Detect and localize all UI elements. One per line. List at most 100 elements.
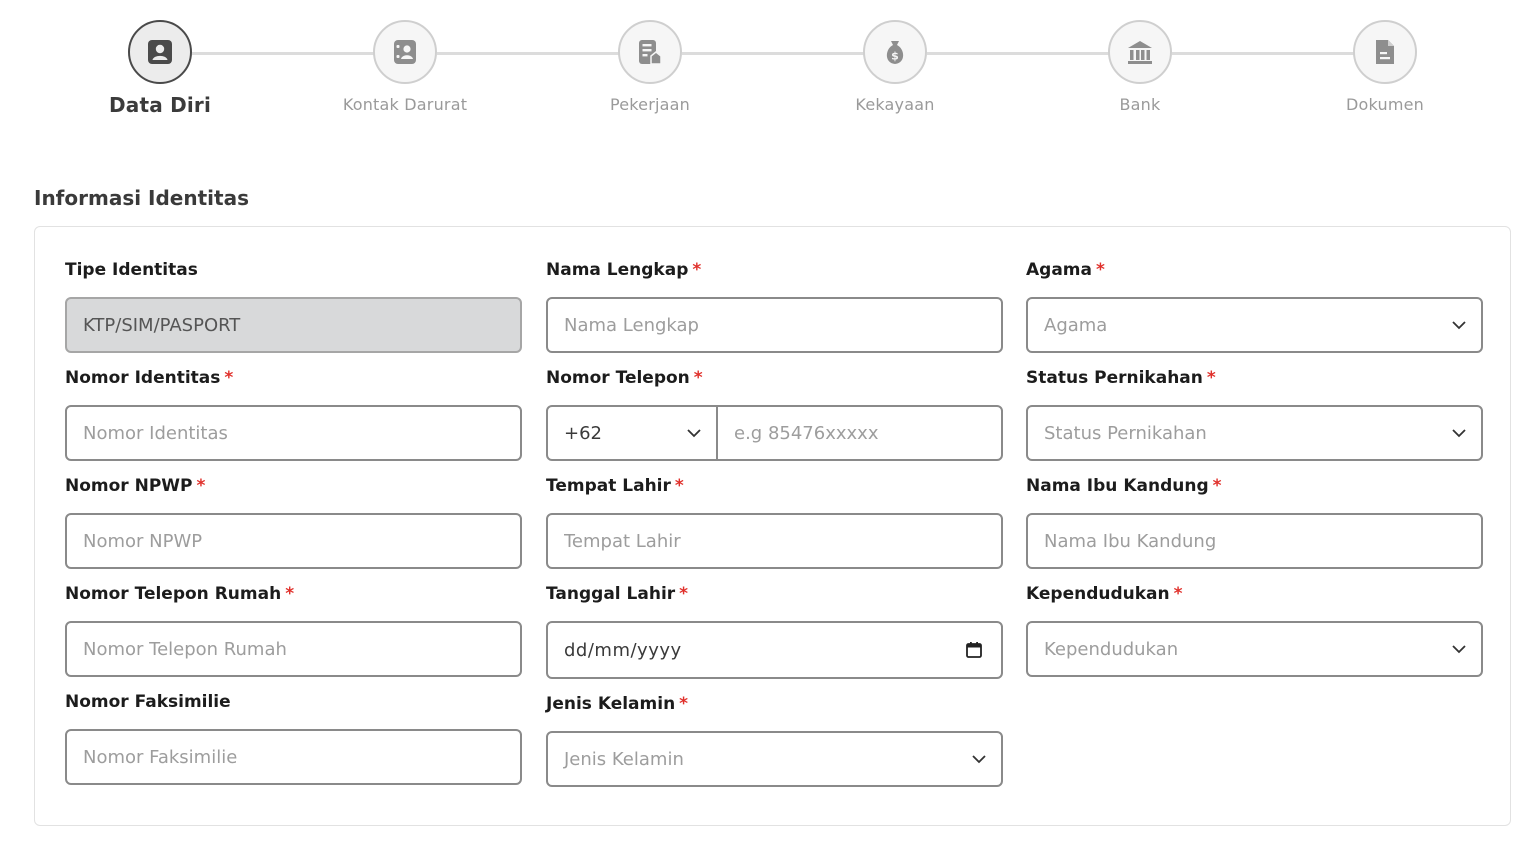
step-label: Bank — [1119, 95, 1161, 114]
nomor-npwp-input-box[interactable] — [65, 513, 522, 569]
nama-ibu-kandung-input-box[interactable] — [1026, 513, 1483, 569]
step-label: Dokumen — [1346, 95, 1424, 114]
chevron-down-icon — [1452, 321, 1466, 330]
required-marker: * — [674, 476, 684, 496]
step-circle: $ — [863, 20, 927, 84]
agama-select[interactable]: Agama — [1026, 297, 1483, 353]
step-bank[interactable]: Bank — [1040, 20, 1240, 114]
identity-form-card: Tipe Identitas KTP/SIM/PASPORT Nomor Ide… — [34, 226, 1511, 826]
phone-number-input-box[interactable] — [718, 422, 1001, 444]
user-icon — [148, 40, 172, 64]
field-faksimilie: Nomor Faksimilie — [65, 689, 522, 785]
nama-lengkap-input[interactable] — [564, 314, 985, 336]
field-telepon-rumah: Nomor Telepon Rumah * — [65, 581, 522, 677]
field-tempat-lahir: Tempat Lahir * — [546, 473, 1003, 569]
bank-icon — [1128, 41, 1152, 64]
field-label: Nama Ibu Kandung * — [1026, 476, 1222, 496]
step-label: Kekayaan — [855, 95, 935, 114]
step-kekayaan[interactable]: $ Kekayaan — [795, 20, 995, 114]
svg-text:$: $ — [891, 50, 899, 63]
nomor-identitas-input[interactable] — [83, 422, 504, 444]
country-code-value: +62 — [564, 422, 602, 444]
select-placeholder: Status Pernikahan — [1044, 422, 1207, 444]
calendar-icon[interactable] — [965, 641, 983, 659]
select-placeholder: Jenis Kelamin — [564, 748, 684, 770]
required-marker: * — [285, 584, 295, 604]
field-tipe-identitas: Tipe Identitas KTP/SIM/PASPORT — [65, 257, 522, 353]
field-nomor-npwp: Nomor NPWP * — [65, 473, 522, 569]
nama-lengkap-input-box[interactable] — [546, 297, 1003, 353]
field-label: Kependudukan * — [1026, 584, 1183, 604]
select-placeholder: Agama — [1044, 314, 1108, 336]
required-marker: * — [679, 694, 689, 714]
required-marker: * — [1095, 260, 1105, 280]
field-label: Nama Lengkap * — [546, 260, 702, 280]
required-marker: * — [1206, 368, 1216, 388]
faksimilie-input[interactable] — [83, 746, 504, 768]
field-label: Nomor Faksimilie — [65, 692, 231, 712]
field-jenis-kelamin: Jenis Kelamin * Jenis Kelamin — [546, 691, 1003, 787]
field-label: Nomor Telepon Rumah * — [65, 584, 295, 604]
field-status-pernikahan: Status Pernikahan * Status Pernikahan — [1026, 365, 1483, 461]
step-dokumen[interactable]: Dokumen — [1285, 20, 1485, 114]
kependudukan-select[interactable]: Kependudukan — [1026, 621, 1483, 677]
section-title: Informasi Identitas — [34, 186, 249, 210]
step-circle — [1353, 20, 1417, 84]
field-label: Nomor Identitas * — [65, 368, 234, 388]
status-pernikahan-select[interactable]: Status Pernikahan — [1026, 405, 1483, 461]
field-kependudukan: Kependudukan * Kependudukan — [1026, 581, 1483, 677]
faksimilie-input-box[interactable] — [65, 729, 522, 785]
date-placeholder: dd/mm/yyyy — [564, 639, 682, 661]
required-marker: * — [692, 260, 702, 280]
field-nama-ibu-kandung: Nama Ibu Kandung * — [1026, 473, 1483, 569]
step-circle — [1108, 20, 1172, 84]
money-bag-icon: $ — [886, 41, 904, 64]
field-label: Tanggal Lahir * — [546, 584, 689, 604]
field-label: Nomor Telepon * — [546, 368, 703, 388]
contact-card-icon — [394, 40, 416, 64]
step-kontak-darurat[interactable]: Kontak Darurat — [305, 20, 505, 114]
progress-stepper: Data Diri Kontak Darurat Pekerjaan $ Kek… — [0, 0, 1540, 140]
step-label: Data Diri — [108, 93, 212, 117]
chevron-down-icon — [687, 429, 701, 438]
jenis-kelamin-select[interactable]: Jenis Kelamin — [546, 731, 1003, 787]
office-building-icon — [639, 40, 662, 65]
phone-number-input[interactable] — [734, 422, 1001, 444]
chevron-down-icon — [1452, 645, 1466, 654]
field-agama: Agama * Agama — [1026, 257, 1483, 353]
step-label: Pekerjaan — [609, 95, 691, 114]
field-label: Status Pernikahan * — [1026, 368, 1216, 388]
field-tanggal-lahir: Tanggal Lahir * dd/mm/yyyy — [546, 581, 1003, 679]
tempat-lahir-input[interactable] — [564, 530, 985, 552]
document-icon — [1376, 40, 1394, 64]
field-label: Jenis Kelamin * — [546, 694, 689, 714]
required-marker: * — [1173, 584, 1183, 604]
step-circle — [618, 20, 682, 84]
nama-ibu-kandung-input[interactable] — [1044, 530, 1465, 552]
tanggal-lahir-input[interactable]: dd/mm/yyyy — [546, 621, 1003, 679]
required-marker: * — [679, 584, 689, 604]
field-nomor-identitas: Nomor Identitas * — [65, 365, 522, 461]
field-label: Tipe Identitas — [65, 260, 198, 280]
step-label: Kontak Darurat — [342, 95, 468, 114]
step-circle — [373, 20, 437, 84]
nomor-identitas-input-box[interactable] — [65, 405, 522, 461]
required-marker: * — [224, 368, 234, 388]
tempat-lahir-input-box[interactable] — [546, 513, 1003, 569]
field-value: KTP/SIM/PASPORT — [83, 314, 241, 336]
field-nama-lengkap: Nama Lengkap * — [546, 257, 1003, 353]
field-label: Agama * — [1026, 260, 1105, 280]
step-pekerjaan[interactable]: Pekerjaan — [550, 20, 750, 114]
chevron-down-icon — [972, 755, 986, 764]
step-circle — [128, 20, 192, 84]
nomor-telepon-group: +62 — [546, 405, 1003, 461]
country-code-select[interactable]: +62 — [548, 407, 718, 459]
step-data-diri[interactable]: Data Diri — [60, 20, 260, 117]
telepon-rumah-input[interactable] — [83, 638, 504, 660]
chevron-down-icon — [1452, 429, 1466, 438]
field-label: Tempat Lahir * — [546, 476, 684, 496]
telepon-rumah-input-box[interactable] — [65, 621, 522, 677]
nomor-npwp-input[interactable] — [83, 530, 504, 552]
field-label: Nomor NPWP * — [65, 476, 206, 496]
field-nomor-telepon: Nomor Telepon * +62 — [546, 365, 1003, 461]
